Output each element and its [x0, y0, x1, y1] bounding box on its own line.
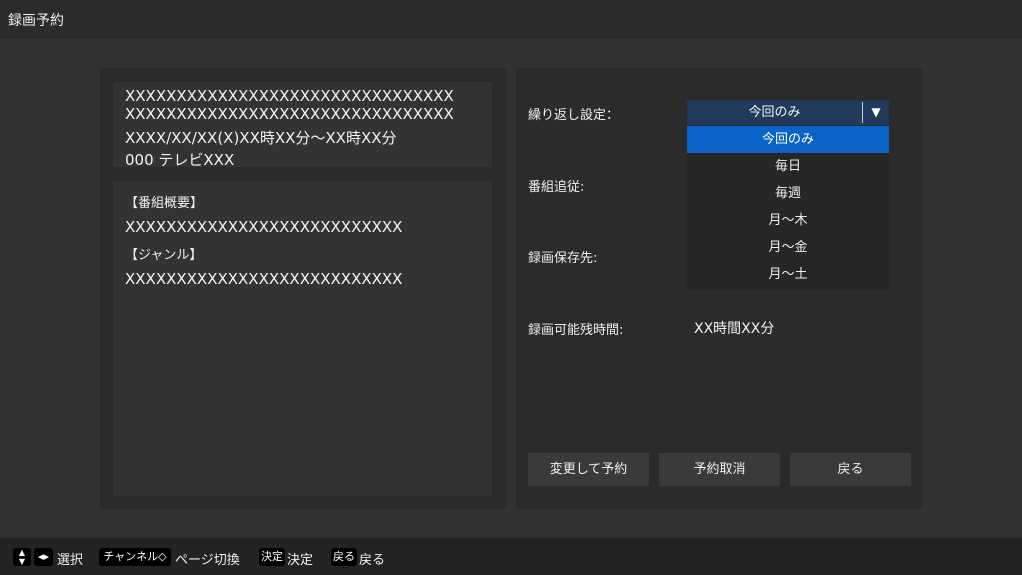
repeat-selected-value: 今回のみ: [748, 105, 801, 120]
save-location-label: 録画保存先:: [528, 251, 598, 266]
repeat-option[interactable]: 月〜土: [687, 261, 889, 288]
remaining-time-label: 録画可能残時間:: [528, 323, 624, 338]
program-datetime: XXXX/XX/XX(X)XX時XX分〜XX時XX分: [125, 129, 397, 147]
program-info-box: XXXXXXXXXXXXXXXXXXXXXXXXXXXXXXXX XXXXXXX…: [113, 82, 492, 167]
updown-key-icon: ▲ ▼: [13, 548, 31, 566]
channel-key-icon: チャンネル◇: [99, 548, 171, 566]
program-title-line2: XXXXXXXXXXXXXXXXXXXXXXXXXXXXXXXX: [125, 105, 454, 123]
back-hint-label: 戻る: [359, 553, 386, 568]
program-follow-label: 番組追従:: [528, 180, 585, 195]
program-detail-box[interactable]: 【番組概要】 XXXXXXXXXXXXXXXXXXXXXXXXXXX 【ジャンル…: [113, 181, 492, 496]
remaining-time-value: XX時間XX分: [694, 321, 775, 337]
repeat-option[interactable]: 毎週: [687, 180, 889, 207]
summary-heading: 【番組概要】: [125, 196, 204, 211]
repeat-setting-label: 繰り返し設定：: [528, 108, 620, 123]
repeat-option[interactable]: 今回のみ: [687, 126, 889, 153]
enter-hint-label: 決定: [287, 553, 314, 568]
summary-text: XXXXXXXXXXXXXXXXXXXXXXXXXXX: [125, 218, 403, 236]
change-reservation-button[interactable]: 変更して予約: [528, 453, 649, 486]
repeat-option[interactable]: 月〜木: [687, 207, 889, 234]
repeat-setting-select[interactable]: 今回のみ ▼: [687, 100, 889, 125]
program-title-line1: XXXXXXXXXXXXXXXXXXXXXXXXXXXXXXXX: [125, 87, 454, 105]
select-hint-label: 選択: [57, 553, 84, 568]
leftright-key-icon: ◂▸: [34, 548, 53, 566]
genre-text: XXXXXXXXXXXXXXXXXXXXXXXXXXX: [125, 270, 403, 288]
back-button[interactable]: 戻る: [790, 453, 911, 486]
program-channel: 000 テレビXXX: [125, 151, 235, 167]
cancel-reservation-button[interactable]: 予約取消: [659, 453, 780, 486]
title-bar: 録画予約: [0, 0, 1022, 39]
repeat-options-dropdown[interactable]: 今回のみ 毎日 毎週 月〜木 月〜金 月〜土: [687, 126, 889, 290]
repeat-option[interactable]: 毎日: [687, 153, 889, 180]
dropdown-arrow-icon[interactable]: ▼: [863, 100, 889, 125]
genre-heading: 【ジャンル】: [125, 248, 203, 263]
enter-key-icon: 決定: [259, 548, 285, 566]
page-switch-hint-label: ページ切換: [175, 553, 240, 568]
back-key-icon: 戻る: [331, 548, 357, 566]
repeat-option[interactable]: 月〜金: [687, 234, 889, 261]
window-title: 録画予約: [8, 13, 64, 29]
